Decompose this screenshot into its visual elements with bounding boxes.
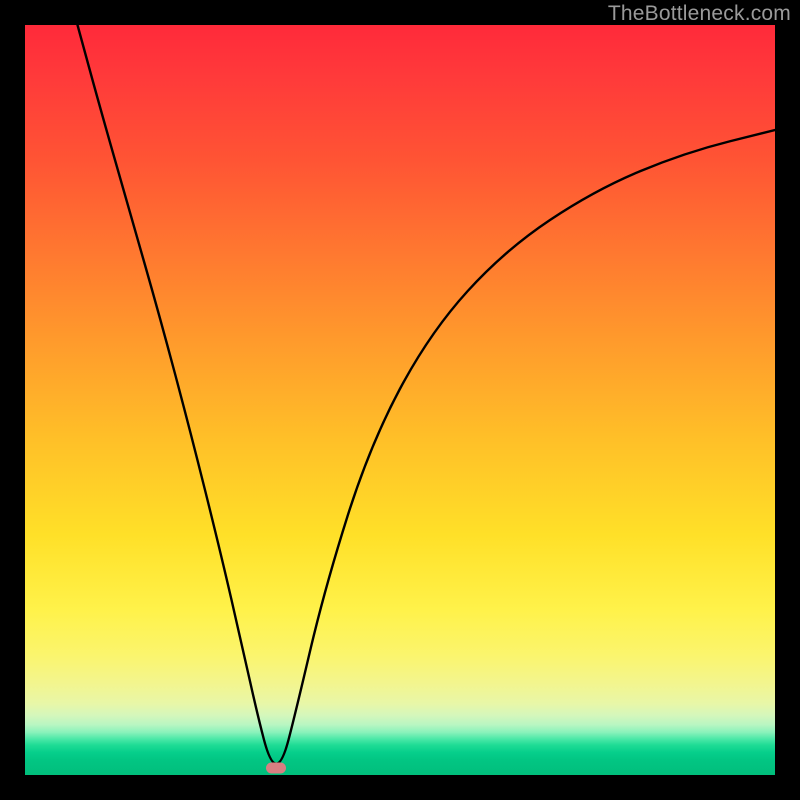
plot-area xyxy=(25,25,775,775)
watermark-text: TheBottleneck.com xyxy=(608,2,791,26)
chart-frame: TheBottleneck.com xyxy=(0,0,800,800)
bottleneck-curve xyxy=(25,25,775,775)
optimal-marker xyxy=(266,762,286,773)
